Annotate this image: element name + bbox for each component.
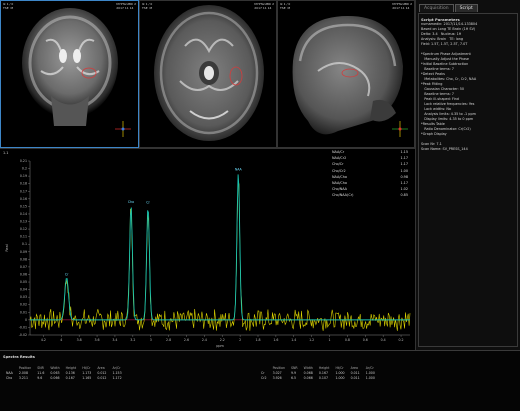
y-tick-label: 0.09 (20, 250, 27, 254)
results-title: Spectra Results (3, 355, 35, 359)
x-tick-label: 0.2 (399, 338, 404, 342)
x-tick-label: 3 (150, 338, 152, 342)
panel-tabs: Acquisition Script (419, 4, 479, 12)
y-tick-label: 0.15 (20, 204, 27, 208)
viewport-axial[interactable]: Ik 1 / 0 TSE M MYPTanMRI 2 2017 11 14 (139, 0, 277, 148)
table-row: Cho 3.211 9.6 0.066 0.167 1.165 0.012 1.172 (3, 375, 125, 380)
results-table-left: Position SNR Width Height Ht/Cr Area Ar/Cr NAA 2… (3, 365, 125, 380)
x-axis-label: ppm (216, 344, 224, 348)
table-row: Cr2 3.926 6.5 0.066 0.107 1.000 0.011 1.000 (258, 375, 378, 380)
x-tick-label: 2.6 (184, 338, 189, 342)
script-panel: Acquisition Script Script Parameters numa… (415, 0, 520, 350)
y-tick-label: 0.04 (20, 288, 27, 292)
table-cell: 1.000 (335, 375, 345, 380)
script-parameters: Script Parameters numamedin: 2017/11/14-1… (418, 13, 518, 347)
table-cell: 0.066 (50, 375, 60, 380)
y-tick-label: 0.17 (20, 189, 27, 193)
viewport-overlay-info: Ik 1 / 0 TSE M (280, 2, 291, 10)
y-tick-label: 0 (25, 318, 27, 322)
viewport-sagittal[interactable]: Ik 1 / 0 TSE M MYPTanMRI 2 2017 11 14 (277, 0, 415, 148)
peak-label: Cr (146, 201, 150, 205)
x-tick-label: 3.4 (112, 338, 117, 342)
y-tick-label: -0.01 (19, 325, 27, 329)
spectrum-signal-line (29, 180, 411, 331)
y-tick-label: 0.14 (20, 212, 27, 216)
table-cell: 9.6 (37, 375, 43, 380)
table-cell: 1.000 (365, 375, 375, 380)
viewport-overlay-info: Ik 1 / 0 TSE M (142, 2, 153, 10)
x-tick-label: 3.6 (95, 338, 100, 342)
x-tick-label: 1.8 (255, 338, 260, 342)
table-cell: 0.012 (97, 375, 107, 380)
y-tick-label: 0.06 (20, 272, 27, 276)
table-cell: 3.926 (272, 375, 282, 380)
viewport-overlay-date: MYPTanMRI 2 2017 11 14 (392, 2, 412, 10)
y-tick-label: 0.07 (20, 265, 27, 269)
x-tick-label: 2.8 (166, 338, 171, 342)
results-table-right: Position SNR Width Height Ht/Cr Area Ar/Cr Cr 3.… (258, 365, 378, 380)
viewport-overlay-date: MYPTanMRI 2 2017 11 14 (116, 2, 136, 10)
table-cell: 0.167 (65, 375, 75, 380)
y-tick-label: 0.02 (20, 303, 27, 307)
x-tick-label: 4.2 (41, 338, 46, 342)
x-tick-label: 0.4 (381, 338, 386, 342)
y-tick-label: 0.21 (20, 159, 27, 163)
y-tick-label: 0.19 (20, 174, 27, 178)
y-tick-label: -0.02 (19, 333, 27, 337)
y-tick-label: 0.12 (20, 227, 27, 231)
x-tick-label: 2.2 (220, 338, 225, 342)
x-tick-label: 0.6 (363, 338, 368, 342)
table-cell: 6.5 (291, 375, 297, 380)
orientation-cube (390, 119, 410, 139)
x-tick-label: 4 (60, 338, 62, 342)
x-tick-label: 1.6 (273, 338, 278, 342)
script-line: Scan Name: SV_PRESS_144 (421, 147, 468, 151)
y-tick-label: 0.18 (20, 182, 27, 186)
x-tick-label: 0.8 (345, 338, 350, 342)
y-tick-label: 0.1 (22, 242, 27, 246)
table-cell: 3.211 (18, 375, 28, 380)
tab-acquisition[interactable]: Acquisition (419, 4, 454, 12)
ratio-value: 0.85 (400, 193, 408, 198)
x-tick-label: 3.8 (77, 338, 82, 342)
table-cell: 0.066 (303, 375, 313, 380)
x-tick-label: 2.4 (202, 338, 207, 342)
spectra-results-panel: Spectra Results Position SNR Width Height Ht… (0, 350, 520, 411)
table-cell: 1.165 (82, 375, 92, 380)
y-tick-label: 0.01 (20, 310, 27, 314)
x-tick-label: 1 (329, 338, 331, 342)
y-tick-label: 0.03 (20, 295, 27, 299)
y-axis-label: Real (5, 244, 9, 251)
y-tick-label: 0.2 (22, 167, 27, 171)
y-tick-label: 0.13 (20, 220, 27, 224)
table-cell: Cr2 (261, 375, 267, 380)
orientation-cube (113, 119, 133, 139)
table-cell: Cho (6, 375, 13, 380)
x-tick-label: 3.2 (130, 338, 135, 342)
y-tick-label: 0.05 (20, 280, 27, 284)
table-cell: 1.172 (112, 375, 122, 380)
viewport-coronal[interactable]: Ik 1 / 0 TSE M MYPTanMRI 2 2017 11 14 (0, 0, 139, 148)
ratio-legend: NAA/Cr 1.15 NAA/Cr2 1.17 Cho/Cr 1.17 Cho/Cr2 1.… (332, 149, 408, 199)
y-tick-label: 0.08 (20, 257, 27, 261)
peak-label: Cho (128, 200, 134, 204)
x-tick-label: 1.4 (291, 338, 296, 342)
ratio-label: Cho/NAA(Cr) (332, 193, 354, 198)
axial-brain-image (154, 5, 264, 141)
peak-label: NAA (235, 167, 243, 171)
y-tick-label: 0.16 (20, 197, 27, 201)
tab-script[interactable]: Script (454, 4, 478, 12)
x-tick-label: 2 (239, 338, 241, 342)
viewport-overlay-info: Ik 1 / 0 TSE M (3, 2, 14, 10)
viewport-overlay-date: MYPTanMRI 2 2017 11 14 (254, 2, 274, 10)
spectrum-label: 1.1 (3, 151, 9, 155)
ratio-row: Cho/NAA(Cr) 0.85 (332, 192, 408, 198)
spectrum-plot[interactable]: 1.1 0.21 0.2 0.19 0.18 0.17 0.16 0.15 0.14 0.13 0… (0, 148, 415, 350)
x-tick-label: 1.2 (309, 338, 314, 342)
table-cell: 0.107 (318, 375, 329, 380)
peak-label: Cr (65, 273, 69, 277)
y-tick-label: 0.11 (20, 235, 27, 239)
table-cell: 0.011 (350, 375, 360, 380)
